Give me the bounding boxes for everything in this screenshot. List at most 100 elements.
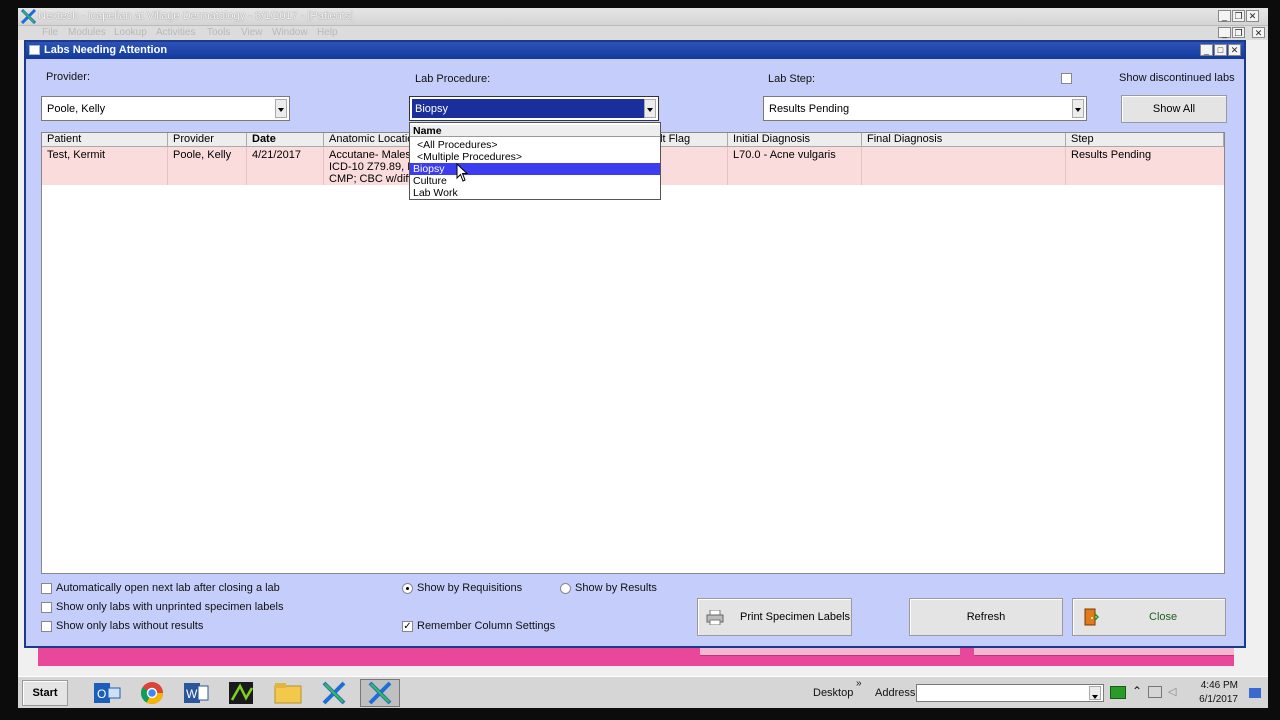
show-by-requisitions-radio[interactable]: [402, 583, 413, 594]
show-discontinued-label: Show discontinued labs: [1119, 72, 1235, 84]
auto-open-checkbox[interactable]: [41, 583, 52, 594]
address-input[interactable]: [916, 684, 1104, 702]
start-button[interactable]: Start: [22, 680, 68, 706]
lab-procedure-dropdown-list: Name <All Procedures> <Multiple Procedur…: [409, 122, 661, 200]
cell-patient: Test, Kermit: [42, 147, 168, 185]
cell-provider: Poole, Kelly: [168, 147, 247, 185]
mouse-cursor-icon: [456, 163, 469, 182]
without-results-checkbox[interactable]: [41, 621, 52, 632]
menu-lookup[interactable]: Lookup: [114, 27, 147, 38]
dialog-maximize-button[interactable]: □: [1214, 44, 1227, 56]
chevron-down-icon[interactable]: [1072, 99, 1084, 118]
lab-procedure-value: Biopsy: [415, 103, 449, 115]
dialog-minimize-button[interactable]: _: [1200, 44, 1213, 56]
dropdown-item-all-procedures[interactable]: <All Procedures>: [410, 139, 660, 151]
column-header-initial-diagnosis[interactable]: Initial Diagnosis: [728, 133, 862, 147]
menu-window[interactable]: Window: [272, 27, 308, 38]
cell-date: 4/21/2017: [247, 147, 324, 185]
tray-arrow-icon[interactable]: ⌃: [1132, 684, 1142, 698]
chrome-icon[interactable]: [134, 680, 170, 706]
menu-tools[interactable]: Tools: [207, 27, 230, 38]
menu-help[interactable]: Help: [317, 27, 338, 38]
taskbar: Start O W Desktop » Address ⌃ ◁ 4:46 PM …: [18, 676, 1268, 708]
expand-chevrons-icon[interactable]: »: [856, 678, 862, 689]
dialog-titlebar[interactable]: Labs Needing Attention _ □ ✕: [26, 42, 1244, 59]
go-arrow-icon[interactable]: [1110, 686, 1126, 699]
app-menubar: File Modules Lookup Activities Tools Vie…: [18, 26, 1268, 40]
hidden-button-edge: [974, 648, 1234, 656]
provider-value: Poole, Kelly: [47, 103, 106, 115]
dialog-close-x-button[interactable]: ✕: [1228, 44, 1241, 56]
cell-initial-diagnosis: L70.0 - Acne vulgaris: [728, 147, 862, 185]
app-titlebar[interactable]: Nextech - icapellan at Village Dermatolo…: [18, 8, 1268, 26]
dropdown-item-multiple-procedures[interactable]: <Multiple Procedures>: [410, 151, 660, 163]
column-header-provider[interactable]: Provider: [168, 133, 247, 147]
cell-anatomic-location: Accutane- Males ICD-10 Z79.89, E CMP; CB…: [324, 147, 416, 185]
column-header-step[interactable]: Step: [1066, 133, 1224, 147]
lab-procedure-label: Lab Procedure:: [415, 73, 491, 85]
column-header-anatomic-location[interactable]: Anatomic Location: [324, 133, 416, 147]
nextech-taskbar-icon[interactable]: [316, 680, 352, 706]
unprinted-checkbox[interactable]: [41, 602, 52, 613]
cell-final-diagnosis: [862, 147, 1066, 185]
remember-columns-checkbox[interactable]: ✓: [402, 621, 413, 632]
without-results-label: Show only labs without results: [56, 620, 204, 632]
menu-modules[interactable]: Modules: [68, 27, 106, 38]
address-label: Address: [875, 687, 916, 699]
nextech-logo-icon: [21, 9, 36, 24]
desktop-label[interactable]: Desktop: [813, 687, 853, 699]
app-close-button[interactable]: ✕: [1246, 10, 1259, 22]
show-discontinued-checkbox[interactable]: [1061, 73, 1072, 84]
column-header-final-diagnosis[interactable]: Final Diagnosis: [862, 133, 1066, 147]
lab-procedure-combo[interactable]: Biopsy: [409, 96, 659, 121]
start-label: Start: [32, 687, 58, 699]
close-button[interactable]: Close: [1072, 598, 1226, 636]
chevron-down-icon[interactable]: [275, 99, 287, 118]
menu-activities[interactable]: Activities: [156, 27, 195, 38]
dropdown-header: Name: [410, 125, 660, 137]
file-explorer-icon[interactable]: [270, 680, 306, 706]
column-header-patient[interactable]: Patient: [42, 133, 168, 147]
provider-combo[interactable]: Poole, Kelly: [41, 96, 290, 121]
menu-view[interactable]: View: [241, 27, 263, 38]
printer-icon: [706, 610, 724, 625]
show-desktop-icon[interactable]: [1249, 688, 1261, 698]
svg-text:W: W: [186, 687, 198, 701]
dropdown-item-biopsy[interactable]: Biopsy: [410, 163, 660, 175]
door-exit-icon: [1084, 608, 1099, 626]
anatomic-line-3: CMP; CBC w/diff: [329, 173, 412, 185]
svg-text:O: O: [97, 687, 106, 701]
dropdown-item-lab-work[interactable]: Lab Work: [410, 187, 660, 199]
word-icon[interactable]: W: [178, 680, 214, 706]
lab-step-label: Lab Step:: [768, 73, 816, 85]
clock-date[interactable]: 6/1/2017: [1196, 694, 1238, 705]
chevron-down-icon[interactable]: [644, 99, 656, 118]
chevron-down-icon[interactable]: [1089, 686, 1101, 700]
restore-button[interactable]: ❐: [1232, 10, 1245, 22]
clock-time[interactable]: 4:46 PM: [1196, 680, 1238, 691]
provider-label: Provider:: [46, 71, 91, 83]
mdi-minimize-button[interactable]: _: [1218, 27, 1231, 38]
outlook-icon[interactable]: O: [90, 680, 126, 706]
volume-icon[interactable]: ◁: [1168, 685, 1176, 698]
app-green-icon[interactable]: [224, 680, 260, 706]
dialog-window-icon: [29, 45, 40, 55]
dialog-title: Labs Needing Attention: [44, 44, 168, 56]
refresh-button[interactable]: Refresh: [909, 598, 1063, 636]
print-specimen-labels-button[interactable]: Print Specimen Labels: [697, 598, 852, 636]
mdi-restore-button[interactable]: ❐: [1232, 27, 1245, 38]
network-icon[interactable]: [1148, 686, 1162, 698]
cell-step: Results Pending: [1071, 149, 1152, 161]
mdi-close-button[interactable]: ✕: [1252, 27, 1265, 38]
show-by-results-radio[interactable]: [560, 583, 571, 594]
app-title: Nextech - icapellan at Village Dermatolo…: [38, 10, 354, 22]
unprinted-label: Show only labs with unprinted specimen l…: [56, 601, 284, 613]
minimize-button[interactable]: _: [1218, 10, 1231, 22]
column-header-date[interactable]: Date: [247, 133, 324, 147]
nextech-active-icon[interactable]: [362, 680, 398, 706]
menu-file[interactable]: File: [42, 27, 58, 38]
lab-step-combo[interactable]: Results Pending: [763, 96, 1087, 121]
dropdown-item-culture[interactable]: Culture: [410, 175, 660, 187]
show-all-button[interactable]: Show All: [1121, 95, 1227, 123]
labs-dialog: Labs Needing Attention _ □ ✕ Provider: P…: [24, 40, 1246, 648]
